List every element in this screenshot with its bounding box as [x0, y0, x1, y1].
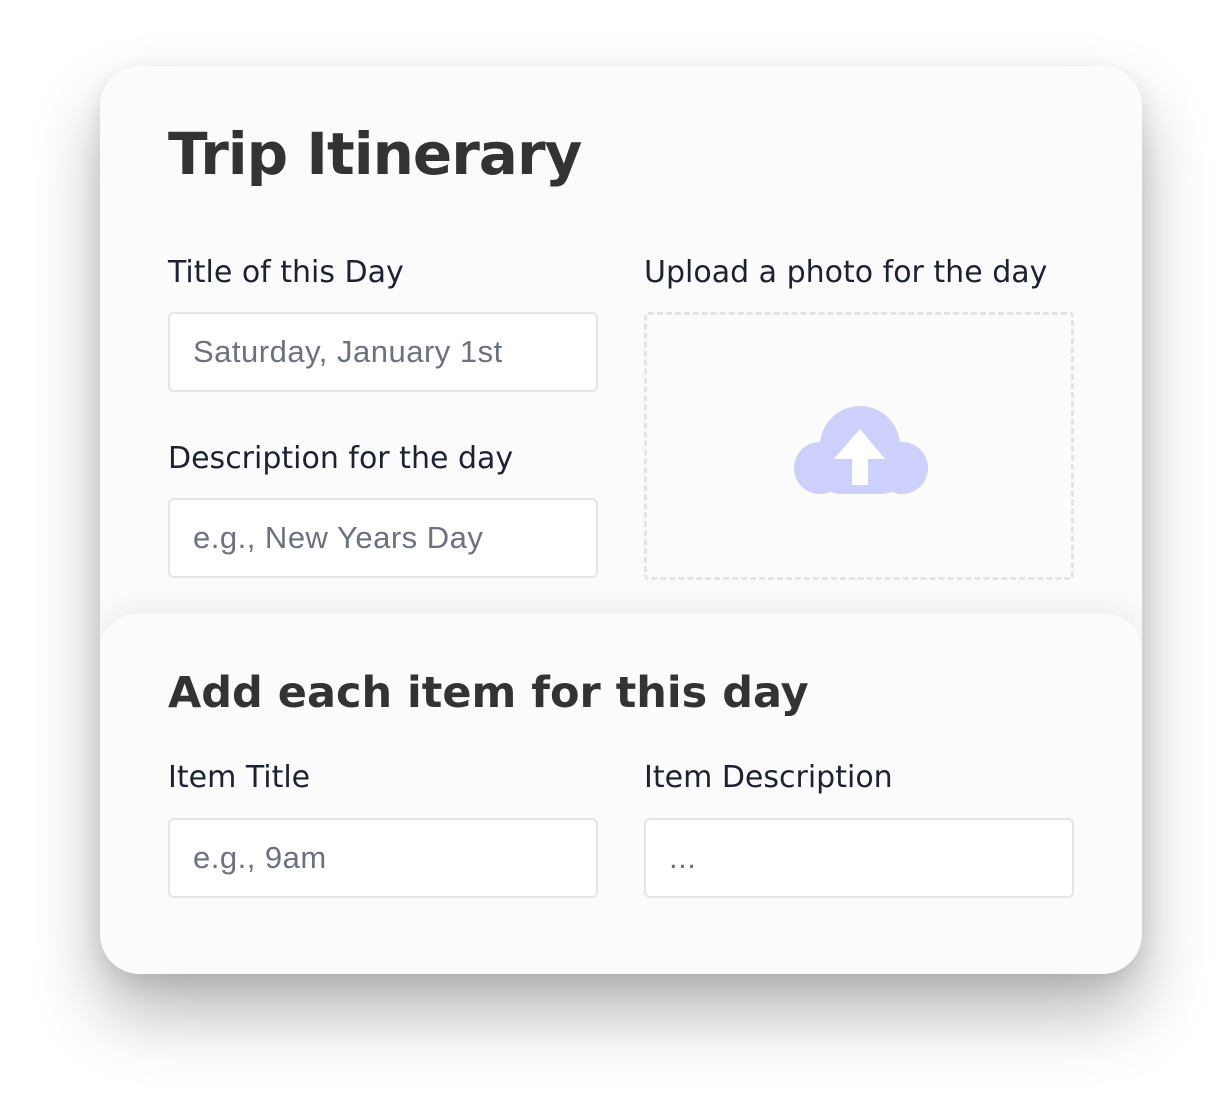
- item-title-label: Item Title: [168, 760, 311, 795]
- day-details-section: Trip Itinerary Title of this Day Descrip…: [100, 66, 1142, 626]
- cloud-upload-icon: [794, 406, 928, 494]
- item-description-label: Item Description: [644, 760, 893, 795]
- day-description-label: Description for the day: [168, 441, 514, 476]
- day-title-label: Title of this Day: [168, 255, 404, 290]
- items-section: Add each item for this day Item Title It…: [100, 614, 1142, 974]
- photo-upload-label: Upload a photo for the day: [644, 255, 1048, 290]
- day-title-input[interactable]: [168, 312, 598, 392]
- photo-upload-dropzone[interactable]: [644, 312, 1074, 580]
- item-description-input[interactable]: [644, 818, 1074, 898]
- items-section-title: Add each item for this day: [168, 668, 809, 718]
- page-title: Trip Itinerary: [168, 120, 582, 188]
- itinerary-card: Trip Itinerary Title of this Day Descrip…: [100, 66, 1142, 974]
- day-description-input[interactable]: [168, 498, 598, 578]
- item-title-input[interactable]: [168, 818, 598, 898]
